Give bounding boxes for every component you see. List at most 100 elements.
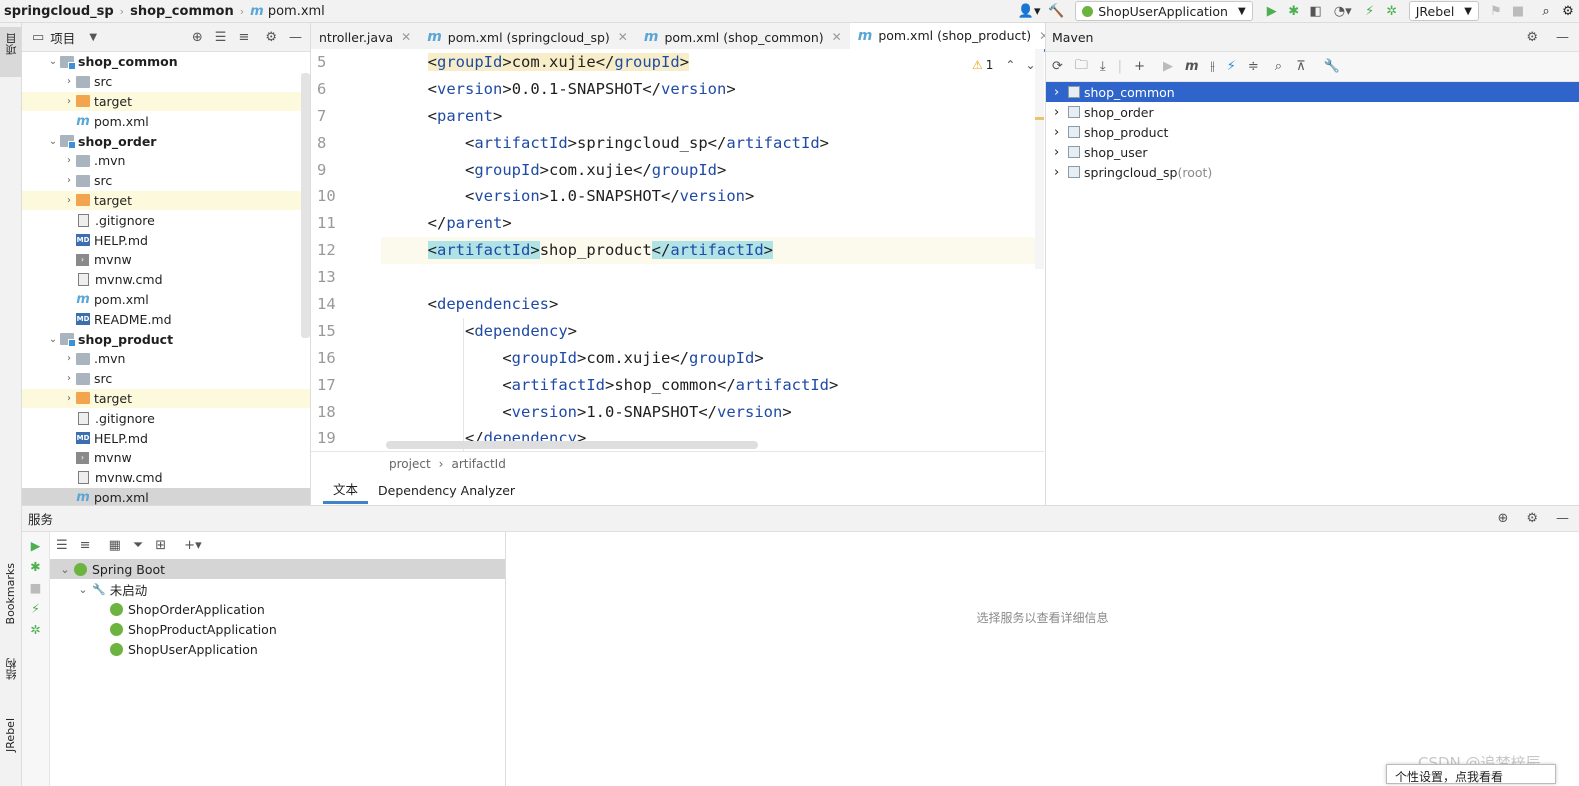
chevron-right-icon[interactable]: › (1054, 85, 1060, 100)
chevron-right-icon[interactable]: › (62, 96, 76, 107)
maven-goal-icon[interactable]: m (1185, 59, 1199, 74)
jrebel-debug-icon[interactable]: ✲ (1381, 1, 1403, 21)
chevron-right-icon[interactable]: › (1054, 105, 1060, 120)
build-hammer-icon[interactable]: 🔨 (1045, 1, 1067, 21)
gear-icon[interactable]: ⚙ (265, 30, 277, 45)
chevron-right-icon[interactable]: › (62, 76, 76, 87)
skip-tests-icon[interactable]: ⚡ (1227, 59, 1236, 74)
run-icon[interactable]: ▶ (22, 538, 49, 553)
tree-row[interactable]: › src (22, 171, 310, 191)
expand-icon[interactable]: ⊼ (1296, 59, 1306, 74)
search-icon[interactable]: ⌕ (1535, 1, 1557, 21)
chevron-right-icon[interactable]: › (1054, 165, 1060, 180)
tree-row[interactable]: › .mvn (22, 349, 310, 369)
wrench-icon[interactable]: 🔧 (1324, 59, 1340, 74)
toggle-offline-icon[interactable]: ⫲ (1211, 59, 1215, 74)
code-line[interactable]: <parent> (381, 103, 1035, 130)
stop-icon[interactable]: ■ (22, 580, 49, 595)
collapse-all-icon[interactable]: ≡ (238, 30, 249, 45)
maven-project-row[interactable]: › shop_order (1046, 102, 1579, 122)
editor-scrollbar[interactable] (1035, 49, 1044, 269)
maven-project-row[interactable]: › shop_product (1046, 122, 1579, 142)
code-line[interactable]: <version>1.0-SNAPSHOT</version> (381, 398, 1035, 426)
tab-dependency-analyzer[interactable]: Dependency Analyzer (368, 483, 525, 498)
tree-row[interactable]: .gitignore (22, 408, 310, 428)
tree-row[interactable]: ⌄ shop_product (22, 329, 310, 349)
code-line[interactable]: <groupId>com.xujie</groupId> (381, 157, 1035, 184)
locate-icon[interactable]: ⊕ (1497, 511, 1508, 526)
tree-row[interactable]: mvnw.cmd (22, 270, 310, 290)
tree-row[interactable]: m pom.xml (22, 290, 310, 310)
tree-row[interactable]: › src (22, 72, 310, 92)
chevron-down-icon[interactable]: ⌄ (46, 334, 60, 345)
jrebel-tool-label[interactable]: JRebel (4, 718, 17, 752)
gear-icon[interactable]: ⚙ (1526, 511, 1538, 526)
run-configuration-selector[interactable]: ShopUserApplication ▼ (1075, 1, 1253, 21)
chevron-down-icon[interactable]: ▼ (89, 32, 97, 43)
code-line[interactable]: </parent> (381, 210, 1035, 237)
attach-icon[interactable]: ⚑ (1485, 1, 1507, 21)
tree-row[interactable]: › mvnw (22, 448, 310, 468)
close-icon[interactable]: ✕ (832, 30, 842, 44)
run-icon[interactable]: ▶ (1163, 59, 1173, 74)
tree-row[interactable]: MD HELP.md (22, 428, 310, 448)
code-line[interactable] (381, 264, 1035, 291)
tree-row[interactable]: m pom.xml (22, 111, 310, 131)
group-by-icon[interactable]: ▦ (109, 538, 121, 553)
maven-project-row[interactable]: › shop_common (1046, 82, 1579, 102)
chevron-right-icon[interactable]: › (1054, 145, 1060, 160)
new-tab-icon[interactable]: ⊞ (155, 538, 166, 553)
maven-project-row[interactable]: › springcloud_sp (root) (1046, 162, 1579, 182)
tree-row[interactable]: › target (22, 388, 310, 409)
maven-project-row[interactable]: › shop_user (1046, 142, 1579, 162)
chevron-down-icon[interactable]: ⌄ (46, 136, 60, 147)
jrebel-debug-icon[interactable]: ✲ (22, 622, 49, 637)
download-icon[interactable]: ⤓ (1100, 59, 1106, 74)
code-line[interactable]: <artifactId>springcloud_sp</artifactId> (381, 130, 1035, 157)
breadcrumb-root[interactable]: springcloud_sp (0, 4, 118, 19)
jrebel-selector[interactable]: JRebel ▼ (1408, 1, 1479, 21)
tree-row[interactable]: .gitignore (22, 210, 310, 230)
tree-row[interactable]: ⌄ shop_order (22, 131, 310, 151)
structure-tool-label[interactable]: 结构 (4, 658, 20, 680)
service-tree-row[interactable]: ⌄ Spring Boot (50, 559, 505, 579)
tree-row[interactable]: › target (22, 190, 310, 211)
stop-icon[interactable]: ■ (1507, 1, 1529, 21)
expand-all-icon[interactable]: ☰ (215, 30, 227, 45)
chevron-down-icon[interactable]: ⌄ (74, 583, 92, 596)
user-icon[interactable]: 👤▾ (1013, 1, 1045, 21)
collapse-icon[interactable]: ≑ (1248, 59, 1259, 74)
debug-icon[interactable]: ✱ (22, 559, 49, 574)
path-artifactId[interactable]: artifactId (451, 457, 505, 471)
tree-row[interactable]: › src (22, 369, 310, 389)
chevron-down-icon[interactable]: ⌄ (46, 56, 60, 67)
tree-row[interactable]: › mvnw (22, 250, 310, 270)
minimize-icon[interactable]: — (1556, 30, 1569, 45)
inspection-widget[interactable]: ⚠ 1 ⌃ ⌄ (972, 58, 1036, 72)
tree-row[interactable]: › target (22, 91, 310, 112)
collapse-all-icon[interactable]: ≡ (80, 538, 91, 553)
tree-row[interactable]: MD HELP.md (22, 230, 310, 250)
code-line[interactable]: <artifactId>shop_common</artifactId> (381, 371, 1035, 399)
minimize-icon[interactable]: — (289, 30, 302, 45)
editor-tab[interactable]: mpom.xml (shop_product)✕ (849, 22, 1058, 52)
project-tool-button[interactable]: 项目 (0, 27, 21, 77)
code-line[interactable]: <dependency> (381, 317, 1035, 345)
path-project[interactable]: project (389, 457, 431, 471)
tree-row[interactable]: ⌄ shop_common (22, 52, 310, 72)
code-line[interactable]: <groupId>com.xujie</groupId> (381, 49, 1035, 76)
chevron-right-icon[interactable]: › (62, 353, 76, 364)
close-icon[interactable]: ✕ (401, 30, 411, 44)
chevron-right-icon[interactable]: › (62, 195, 76, 206)
show-dependencies-icon[interactable]: ⌕ (1275, 59, 1282, 74)
bookmarks-tool-label[interactable]: Bookmarks (4, 563, 17, 624)
service-tree-row[interactable]: ShopOrderApplication (50, 599, 505, 619)
chevron-right-icon[interactable]: › (62, 373, 76, 384)
breadcrumb-module[interactable]: shop_common (126, 4, 238, 19)
add-service-icon[interactable]: +▾ (184, 538, 201, 553)
jrebel-run-icon[interactable]: ⚡ (22, 601, 49, 616)
code-line[interactable]: <version>1.0-SNAPSHOT</version> (381, 183, 1035, 210)
service-tree-row[interactable]: ShopProductApplication (50, 619, 505, 639)
editor-tab[interactable]: m pom.xml (shop_common) ✕ (636, 23, 850, 52)
add-icon[interactable]: + (1134, 59, 1145, 74)
